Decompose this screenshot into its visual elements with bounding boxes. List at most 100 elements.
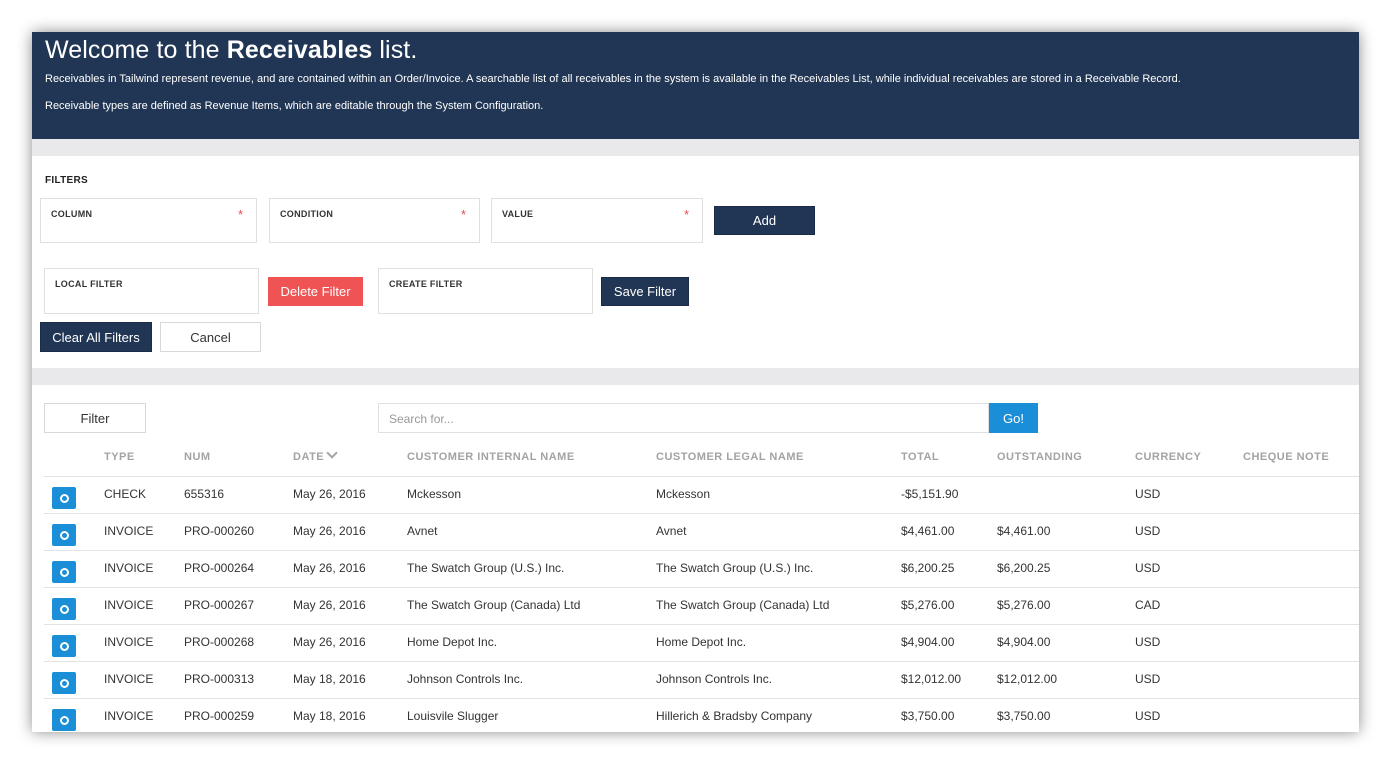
cell-type: CHECK [104, 487, 147, 501]
open-record-button[interactable] [52, 524, 76, 546]
section-divider [32, 139, 1359, 156]
cell-outstanding: $12,012.00 [997, 672, 1058, 686]
table-row[interactable]: INVOICE PRO-000313 May 18, 2016 Johnson Con… [44, 662, 1359, 699]
cell-customer-internal-name: Home Depot Inc. [407, 635, 498, 649]
cell-customer-internal-name: Louisvile Slugger [407, 709, 499, 723]
table-header: TYPE NUM DATE CUSTOMER INTERNAL NAME CUS… [44, 447, 1359, 477]
value-input[interactable]: VALUE * [491, 198, 703, 243]
filter-button[interactable]: Filter [44, 403, 146, 433]
cell-customer-internal-name: The Swatch Group (U.S.) Inc. [407, 561, 565, 575]
column-header-outstanding[interactable]: OUTSTANDING [997, 451, 1082, 463]
open-record-button[interactable] [52, 487, 76, 509]
types-paragraph: Receivable types are defined as Revenue … [45, 100, 544, 112]
welcome-banner: Welcome to the Receivables list. Receiva… [32, 32, 1359, 139]
add-button[interactable]: Add [714, 206, 815, 235]
table-row[interactable]: INVOICE PRO-000264 May 26, 2016 The Swatch … [44, 551, 1359, 588]
cell-num: PRO-000259 [184, 709, 255, 723]
table-row[interactable]: INVOICE PRO-000267 May 26, 2016 The Swatch … [44, 588, 1359, 625]
cell-total: $6,200.25 [901, 561, 955, 575]
delete-filter-button[interactable]: Delete Filter [268, 277, 363, 306]
cell-customer-legal-name: Hillerich & Bradsby Company [656, 709, 813, 723]
cell-num: PRO-000264 [184, 561, 255, 575]
circle-icon [59, 678, 69, 688]
search-input[interactable]: Search for... [378, 403, 989, 433]
column-header-customer-internal-name[interactable]: CUSTOMER INTERNAL NAME [407, 451, 575, 463]
cell-outstanding: $3,750.00 [997, 709, 1051, 723]
date-header-label: DATE [293, 451, 325, 463]
column-header-customer-legal-name[interactable]: CUSTOMER LEGAL NAME [656, 451, 804, 463]
title-suffix: list. [372, 36, 418, 64]
cell-total: $3,750.00 [901, 709, 955, 723]
cell-currency: USD [1135, 709, 1161, 723]
cell-currency: CAD [1135, 598, 1161, 612]
table-row[interactable]: INVOICE PRO-000260 May 26, 2016 Avnet Avnet $… [44, 514, 1359, 551]
cell-currency: USD [1135, 487, 1161, 501]
cell-type: INVOICE [104, 524, 154, 538]
cell-customer-legal-name: Avnet [656, 524, 687, 538]
cell-currency: USD [1135, 561, 1161, 575]
cell-num: PRO-000267 [184, 598, 255, 612]
open-record-button[interactable] [52, 635, 76, 657]
cell-customer-legal-name: The Swatch Group (Canada) Ltd [656, 598, 830, 612]
table-row[interactable]: INVOICE PRO-000259 May 18, 2016 Louisvile S… [44, 699, 1359, 732]
cell-currency: USD [1135, 524, 1161, 538]
cell-date: May 26, 2016 [293, 598, 366, 612]
column-header-date[interactable]: DATE [293, 447, 338, 463]
table-row[interactable]: INVOICE PRO-000268 May 26, 2016 Home Depot … [44, 625, 1359, 662]
value-label: VALUE [502, 209, 534, 219]
column-header-cheque-note[interactable]: CHEQUE NOTE [1243, 451, 1329, 463]
open-record-button[interactable] [52, 598, 76, 620]
cell-customer-internal-name: Avnet [407, 524, 438, 538]
cell-type: INVOICE [104, 709, 154, 723]
column-header-currency[interactable]: CURRENCY [1135, 451, 1201, 463]
open-record-button[interactable] [52, 561, 76, 583]
cell-date: May 26, 2016 [293, 635, 366, 649]
column-header-type[interactable]: TYPE [104, 451, 135, 463]
cell-customer-legal-name: The Swatch Group (U.S.) Inc. [656, 561, 814, 575]
create-filter-label: CREATE FILTER [389, 279, 463, 289]
required-asterisk: * [683, 207, 689, 222]
clear-all-filters-button[interactable]: Clear All Filters [40, 322, 152, 352]
cell-num: 655316 [184, 487, 225, 501]
cell-total: $5,276.00 [901, 598, 955, 612]
go-button[interactable]: Go! [989, 403, 1038, 433]
cell-outstanding: $6,200.25 [997, 561, 1051, 575]
cell-total: $4,904.00 [901, 635, 955, 649]
cell-type: INVOICE [104, 635, 154, 649]
cell-outstanding: $5,276.00 [997, 598, 1051, 612]
cell-date: May 26, 2016 [293, 561, 366, 575]
open-record-button[interactable] [52, 709, 76, 731]
chevron-down-icon [326, 447, 338, 459]
cell-date: May 26, 2016 [293, 487, 366, 501]
column-header-num[interactable]: NUM [184, 451, 211, 463]
section-divider [32, 368, 1359, 385]
circle-icon [59, 641, 69, 651]
column-select[interactable]: COLUMN * [40, 198, 257, 243]
table-row[interactable]: CHECK 655316 May 26, 2016 Mckesson Mckesson -… [44, 477, 1359, 514]
save-filter-button[interactable]: Save Filter [601, 277, 689, 306]
filters-heading: FILTERS [45, 175, 89, 186]
intro-paragraph: Receivables in Tailwind represent revenu… [45, 73, 1181, 85]
create-filter-input[interactable]: CREATE FILTER [378, 268, 593, 314]
circle-icon [59, 715, 69, 725]
local-filter-select[interactable]: LOCAL FILTER [44, 268, 259, 314]
cell-date: May 18, 2016 [293, 672, 366, 686]
circle-icon [59, 530, 69, 540]
required-asterisk: * [237, 207, 243, 222]
condition-select[interactable]: CONDITION * [269, 198, 480, 243]
required-asterisk: * [460, 207, 466, 222]
cell-type: INVOICE [104, 672, 154, 686]
receivables-window: Welcome to the Receivables list. Receiva… [32, 32, 1359, 732]
cell-customer-internal-name: The Swatch Group (Canada) Ltd [407, 598, 581, 612]
cancel-button[interactable]: Cancel [160, 322, 261, 352]
cell-total: $12,012.00 [901, 672, 962, 686]
title-bold: Receivables [226, 36, 373, 64]
open-record-button[interactable] [52, 672, 76, 694]
column-header-total[interactable]: TOTAL [901, 451, 939, 463]
filters-panel: FILTERS COLUMN * CONDITION * VALUE * Add… [32, 156, 1359, 368]
cell-outstanding: $4,461.00 [997, 524, 1051, 538]
cell-total: $4,461.00 [901, 524, 955, 538]
cell-type: INVOICE [104, 561, 154, 575]
receivables-list: Filter Search for... Go! TYPE NUM DATE C… [32, 385, 1359, 732]
cell-type: INVOICE [104, 598, 154, 612]
